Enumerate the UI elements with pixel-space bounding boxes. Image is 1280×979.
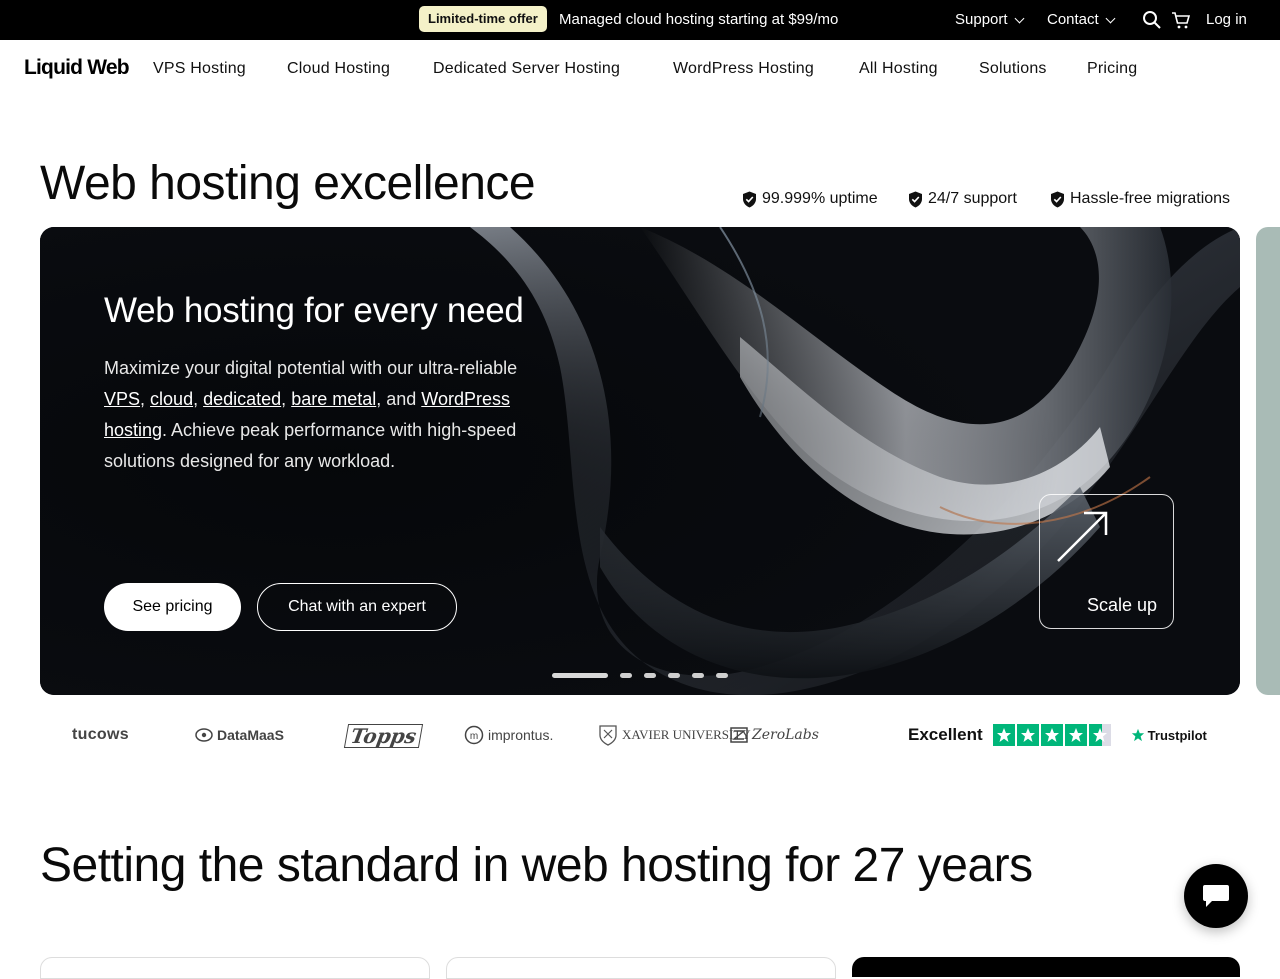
nav-item-pricing[interactable]: Pricing — [1087, 59, 1137, 79]
brand-logo[interactable]: Liquid Web — [24, 56, 130, 80]
main-nav: Liquid Web VPS Hosting Cloud Hosting Ded… — [0, 41, 1280, 97]
client-logo-topps: Topps — [343, 724, 424, 748]
link-vps[interactable]: VPS — [104, 389, 140, 409]
carousel-dots — [552, 673, 728, 678]
chevron-down-icon — [1014, 13, 1024, 23]
trustpilot-name: Trustpilot — [1147, 727, 1207, 743]
client-logo-text: DataMaaS — [217, 727, 284, 743]
promo-bar: Limited-time offer Managed cloud hosting… — [0, 0, 1280, 40]
shield-check-icon — [1051, 191, 1064, 207]
zerolabs-logo-icon — [730, 727, 748, 743]
datamaas-logo-icon — [195, 728, 213, 742]
client-logo-improntus: m improntus. — [464, 724, 553, 746]
client-logo-text: ZeroLabs — [752, 727, 819, 743]
client-logo-zerolabs: ZeroLabs — [730, 724, 819, 746]
hero-carousel-slide: Web hosting for every need Maximize your… — [40, 227, 1240, 695]
support-label: Support — [955, 11, 1008, 28]
search-icon[interactable] — [1142, 10, 1162, 30]
feature-migrations: Hassle-free migrations — [1050, 188, 1230, 210]
client-logo-datamaas: DataMaaS — [195, 724, 284, 746]
login-link[interactable]: Log in — [1206, 10, 1247, 30]
desc-separator: , — [193, 389, 204, 409]
svg-text:m: m — [470, 731, 478, 742]
desc-text: Maximize your digital potential with our… — [104, 358, 518, 378]
feature-card — [852, 957, 1240, 977]
nav-item-solutions[interactable]: Solutions — [979, 59, 1047, 79]
star-icon — [1064, 724, 1087, 746]
client-logos: tucows DataMaaS Topps m improntus. XAVIE… — [40, 712, 1240, 758]
nav-item-vps[interactable]: VPS Hosting — [153, 59, 246, 79]
desc-separator: , — [281, 389, 292, 409]
link-dedicated[interactable]: dedicated — [203, 389, 281, 409]
chat-expert-button[interactable]: Chat with an expert — [257, 583, 457, 631]
link-cloud[interactable]: cloud — [150, 389, 193, 409]
star-half-icon — [1088, 724, 1111, 746]
carousel-dot[interactable] — [644, 673, 656, 678]
contact-menu[interactable]: Contact — [1047, 10, 1116, 30]
carousel-dot[interactable] — [716, 673, 728, 678]
see-pricing-button[interactable]: See pricing — [104, 583, 241, 631]
feature-label: Hassle-free migrations — [1070, 190, 1231, 207]
section-title: Setting the standard in web hosting for … — [40, 839, 1033, 892]
feature-card — [40, 957, 430, 979]
link-bare-metal[interactable]: bare metal — [291, 389, 376, 409]
star-icon — [1016, 724, 1039, 746]
promo-text[interactable]: Managed cloud hosting starting at $99/mo — [559, 10, 838, 30]
shield-check-icon — [743, 191, 756, 207]
client-logo-text: improntus. — [488, 727, 554, 743]
trust-stars — [992, 724, 1111, 746]
trustpilot-star-icon — [1131, 728, 1144, 742]
xavier-crest-icon — [599, 725, 617, 746]
star-icon — [992, 724, 1015, 746]
chevron-down-icon — [1105, 13, 1116, 23]
carousel-dot[interactable] — [620, 673, 632, 678]
carousel-dot[interactable] — [552, 673, 608, 678]
arrow-up-right-icon — [1057, 511, 1108, 562]
shield-check-icon — [909, 191, 922, 207]
support-menu[interactable]: Support — [955, 10, 1024, 30]
carousel-dot[interactable] — [668, 673, 680, 678]
feature-uptime: 99.999% uptime — [742, 188, 878, 210]
nav-item-wordpress[interactable]: WordPress Hosting — [673, 59, 814, 79]
promo-badge[interactable]: Limited-time offer — [419, 6, 547, 32]
nav-item-all-hosting[interactable]: All Hosting — [859, 59, 938, 79]
carousel-dot[interactable] — [692, 673, 704, 678]
trust-rating-label: Excellent — [908, 725, 983, 744]
nav-item-dedicated[interactable]: Dedicated Server Hosting — [433, 59, 620, 79]
client-logo-tucows: tucows — [72, 726, 129, 743]
client-logo-xavier: XAVIER UNIVERSITY — [598, 724, 751, 746]
cart-icon[interactable] — [1171, 10, 1191, 30]
feature-label: 99.999% uptime — [762, 190, 878, 207]
feature-label: 24/7 support — [928, 190, 1017, 207]
feature-card — [446, 957, 836, 979]
desc-separator: , — [140, 389, 151, 409]
trustpilot-widget[interactable]: Excellent Trustpilot — [908, 724, 1207, 746]
feature-support: 24/7 support — [908, 188, 1017, 210]
nav-item-cloud[interactable]: Cloud Hosting — [287, 59, 390, 79]
improntus-logo-icon: m — [464, 725, 484, 745]
chat-launcher-button[interactable] — [1184, 864, 1248, 928]
scale-up-badge: Scale up — [1039, 494, 1174, 629]
scale-up-label: Scale up — [1086, 595, 1157, 615]
trustpilot-logo: Trustpilot — [1131, 728, 1207, 743]
desc-text: . Achieve peak performance with high-spe… — [104, 420, 517, 471]
next-slide-preview[interactable] — [1256, 227, 1280, 695]
slide-title: Web hosting for every need — [104, 291, 524, 330]
chat-bubble-icon — [1203, 885, 1229, 907]
star-icon — [1040, 724, 1063, 746]
desc-separator: , and — [376, 389, 422, 409]
slide-description: Maximize your digital potential with our… — [104, 353, 554, 477]
contact-label: Contact — [1047, 11, 1099, 28]
page-title: Web hosting excellence — [40, 157, 536, 210]
